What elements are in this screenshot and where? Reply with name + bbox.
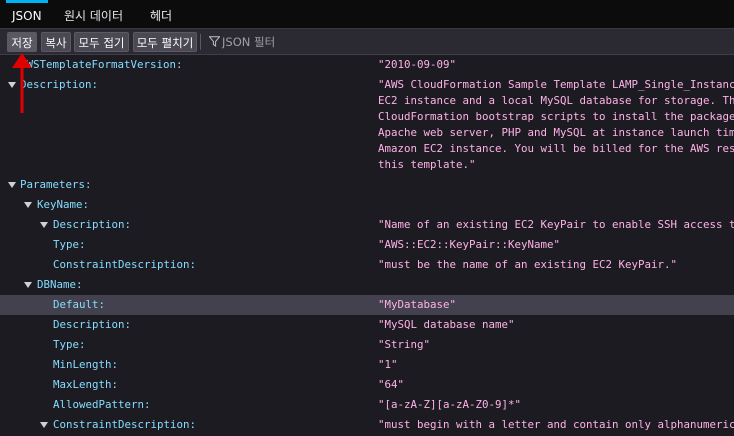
tree-row[interactable]: ConstraintDescription: "must be the name… (0, 255, 734, 275)
tree-row-selected[interactable]: Default: "MyDatabase" (0, 295, 734, 315)
toolbar-divider (200, 34, 201, 50)
tree-row[interactable]: MaxLength: "64" (0, 375, 734, 395)
json-filter-input[interactable] (222, 32, 722, 52)
tree-value-line: this template." (378, 158, 476, 171)
tree-key: KeyName: (37, 198, 90, 211)
tree-key: Description: (53, 318, 132, 331)
tree-key: DBName: (37, 278, 83, 291)
tree-row[interactable]: Description: "AWS CloudFormation Sample … (0, 75, 734, 175)
tab-bar: JSON 원시 데이터 헤더 (0, 0, 734, 29)
tree-value: "MyDatabase" (378, 298, 457, 311)
tree-value: "MySQL database name" (378, 318, 515, 331)
tree-value: "Name of an existing EC2 KeyPair to enab… (378, 218, 734, 231)
tab-raw-data[interactable]: 원시 데이터 (64, 0, 123, 29)
tree-row[interactable]: MinLength: "1" (0, 355, 734, 375)
tree-key: Description: (53, 218, 132, 231)
expand-toggle-icon[interactable] (24, 202, 32, 208)
copy-button[interactable]: 복사 (41, 32, 71, 52)
tab-json[interactable]: JSON (6, 0, 48, 29)
tree-key: AllowedPattern: (53, 398, 151, 411)
expand-toggle-icon[interactable] (24, 282, 32, 288)
tree-row[interactable]: Parameters: (0, 175, 734, 195)
tab-headers[interactable]: 헤더 (150, 0, 172, 29)
expand-toggle-icon[interactable] (8, 182, 16, 188)
tree-value: "[a-zA-Z][a-zA-Z0-9]*" (378, 398, 522, 411)
tree-row[interactable]: ConstraintDescription: "must begin with … (0, 415, 734, 435)
tree-row[interactable]: Description: "Name of an existing EC2 Ke… (0, 215, 734, 235)
collapse-all-button[interactable]: 모두 접기 (74, 32, 129, 52)
expand-toggle-icon[interactable] (40, 422, 48, 428)
tree-key: Description: (20, 78, 99, 91)
save-button[interactable]: 저장 (7, 32, 37, 52)
filter-icon (209, 36, 220, 47)
tree-key: MinLength: (53, 358, 119, 371)
tree-row[interactable]: AllowedPattern: "[a-zA-Z][a-zA-Z0-9]*" (0, 395, 734, 415)
tree-key: MaxLength: (53, 378, 119, 391)
expand-toggle-icon[interactable] (40, 222, 48, 228)
tree-value-line: Apache web server, PHP and MySQL at inst… (378, 126, 734, 139)
tree-row[interactable]: DBName: (0, 275, 734, 295)
tree-key: Type: (53, 338, 86, 351)
tree-value-line: Amazon EC2 instance. You will be billed … (378, 142, 734, 155)
tree-row[interactable]: KeyName: (0, 195, 734, 215)
tree-value-line: CloudFormation bootstrap scripts to inst… (378, 110, 734, 123)
tree-value-line: "AWS CloudFormation Sample Template LAMP… (378, 78, 734, 91)
json-viewer: AWSTemplateFormatVersion: "2010-09-09" D… (0, 55, 734, 436)
tree-row[interactable]: AWSTemplateFormatVersion: "2010-09-09" (0, 55, 734, 75)
tree-value: "AWS::EC2::KeyPair::KeyName" (378, 238, 561, 251)
tree-key: ConstraintDescription: (53, 258, 197, 271)
tree-value: "2010-09-09" (378, 58, 457, 71)
json-filter[interactable] (206, 32, 734, 52)
expand-toggle-icon[interactable] (8, 82, 16, 88)
tree-key: Parameters: (20, 178, 92, 191)
tree-key: AWSTemplateFormatVersion: (20, 58, 183, 71)
tree-row[interactable]: Type: "AWS::EC2::KeyPair::KeyName" (0, 235, 734, 255)
tree-row[interactable]: Type: "String" (0, 335, 734, 355)
tree-value: "String" (378, 338, 431, 351)
tree-key: Type: (53, 238, 86, 251)
tree-value: "must be the name of an existing EC2 Key… (378, 258, 678, 271)
tree-value: "1" (378, 358, 398, 371)
tree-key: Default: (53, 298, 106, 311)
tree-value-line: EC2 instance and a local MySQL database … (378, 94, 734, 107)
tree-row[interactable]: Description: "MySQL database name" (0, 315, 734, 335)
expand-all-button[interactable]: 모두 펼치기 (133, 32, 197, 52)
tree-value: "64" (378, 378, 405, 391)
tree-key: ConstraintDescription: (53, 418, 197, 431)
tree-value: "must begin with a letter and contain on… (378, 418, 734, 431)
toolbar: 저장 복사 모두 접기 모두 펼치기 (0, 29, 734, 55)
